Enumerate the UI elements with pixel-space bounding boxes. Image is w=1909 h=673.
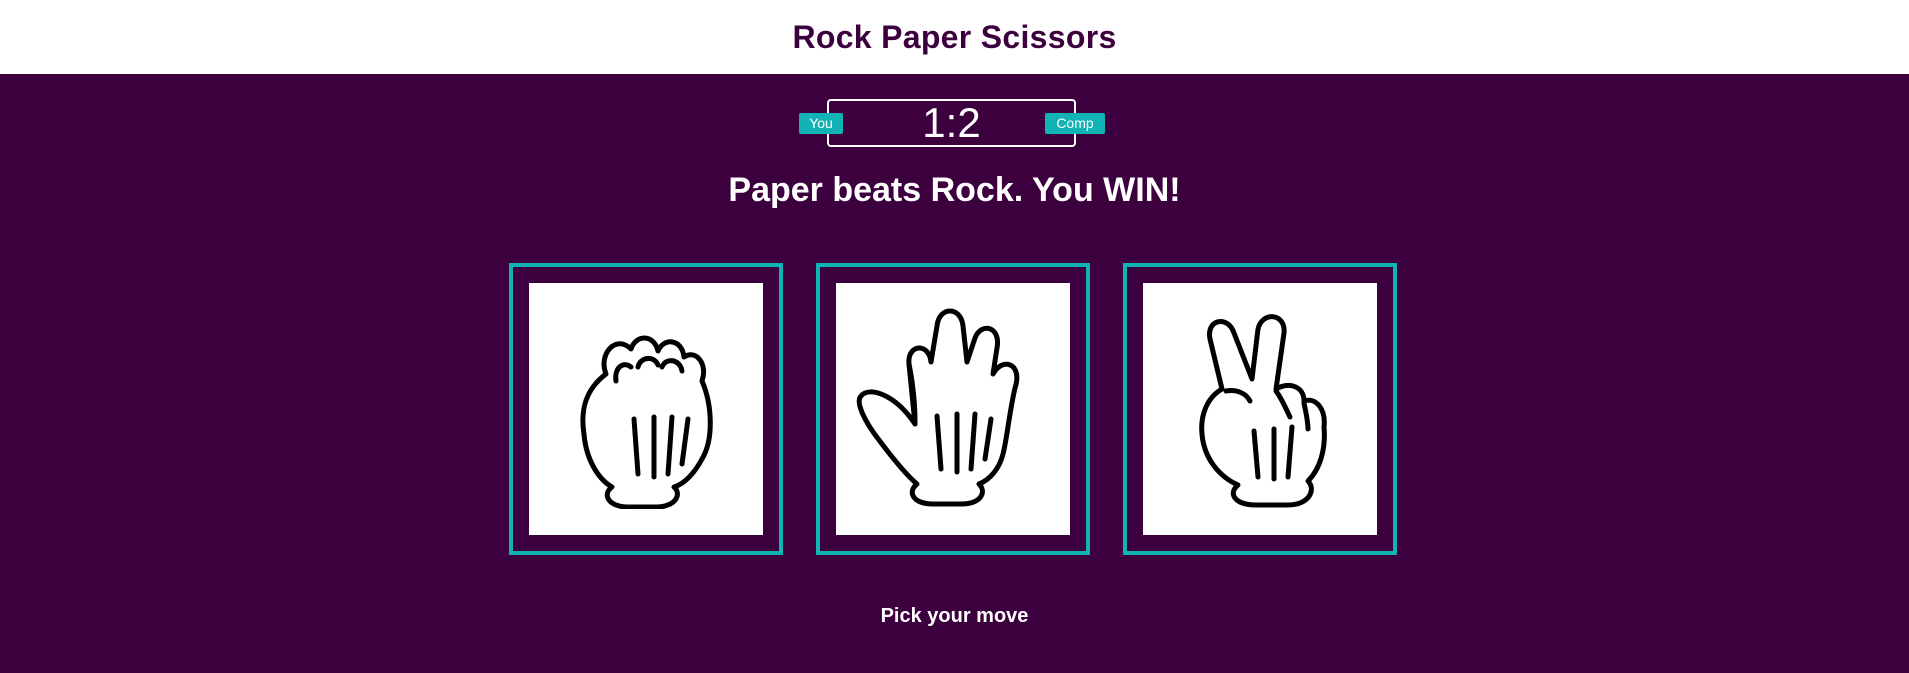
header: Rock Paper Scissors [0,0,1909,74]
result-message: Paper beats Rock. You WIN! [728,171,1181,209]
player-label-badge: You [799,113,843,134]
scoreboard: 1:2 [827,99,1076,147]
pick-move-prompt: Pick your move [880,605,1029,627]
page-title: Rock Paper Scissors [792,18,1117,55]
scissors-choice-card [1143,283,1377,535]
rock-choice-button[interactable] [509,263,783,555]
score-display: 1:2 [922,99,981,146]
paper-choice-card [836,283,1070,535]
paper-hand-icon [856,308,1020,507]
rock-choice-card [529,283,763,535]
scissors-hand-icon [1199,314,1327,508]
paper-choice-button[interactable] [816,263,1090,555]
computer-label-badge: Comp [1045,113,1105,134]
rock-hand-icon [580,335,713,509]
scissors-choice-button[interactable] [1123,263,1397,555]
